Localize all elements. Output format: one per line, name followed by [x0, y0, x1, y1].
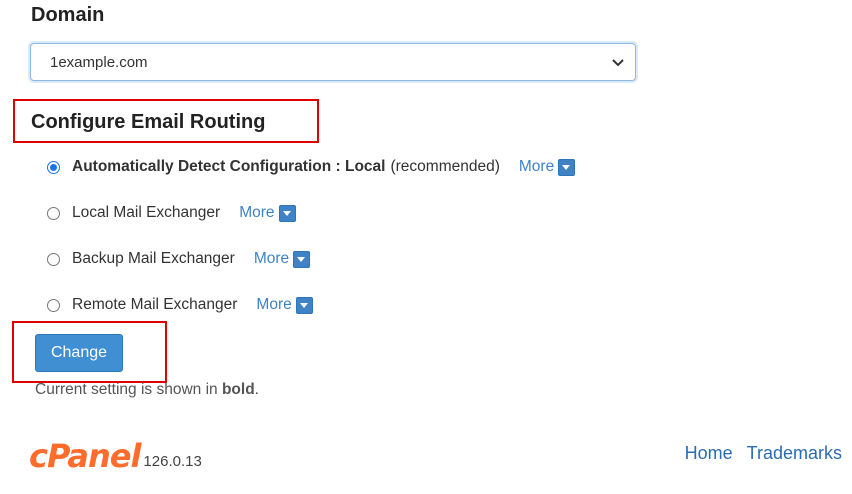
- more-toggle-local-mx[interactable]: More: [239, 204, 296, 222]
- radio-local-mx[interactable]: [47, 206, 60, 220]
- option-backup-mx[interactable]: Backup Mail Exchanger More: [47, 250, 311, 268]
- more-label: More: [256, 296, 292, 313]
- radio-remote-mx[interactable]: [47, 298, 60, 312]
- radio-backup-mx[interactable]: [47, 252, 60, 266]
- more-label: More: [518, 158, 555, 175]
- domain-label: Domain: [31, 4, 105, 26]
- note-bold: bold: [221, 381, 255, 398]
- option-auto-detect-label: Automatically Detect Configuration : Loc…: [72, 158, 386, 175]
- option-backup-mx-label: Backup Mail Exchanger: [72, 250, 235, 267]
- current-setting-note: Current setting is shown in bold.: [35, 381, 259, 399]
- more-toggle-remote-mx[interactable]: More: [256, 296, 313, 314]
- option-remote-mx-label: Remote Mail Exchanger: [72, 296, 238, 313]
- note-suffix: .: [254, 381, 259, 398]
- footer-links: Home Trademarks: [685, 443, 842, 464]
- more-label: More: [253, 250, 290, 267]
- radio-auto-detect[interactable]: [47, 160, 60, 174]
- caret-down-icon: [278, 204, 296, 222]
- trademarks-link[interactable]: Trademarks: [747, 443, 842, 464]
- domain-select[interactable]: 1example.com: [30, 43, 636, 81]
- more-toggle-auto-detect[interactable]: More: [518, 158, 576, 176]
- option-remote-mx[interactable]: Remote Mail Exchanger More: [47, 296, 313, 314]
- option-local-mx-label: Local Mail Exchanger: [72, 204, 221, 221]
- caret-down-icon: [558, 158, 576, 176]
- version-number: 126.0.13: [143, 453, 202, 470]
- home-link[interactable]: Home: [685, 443, 733, 464]
- chevron-down-icon: [612, 59, 624, 67]
- caret-down-icon: [293, 250, 311, 268]
- routing-heading: Configure Email Routing: [31, 111, 266, 133]
- domain-select-value: 1example.com: [50, 53, 148, 71]
- cpanel-logo-text: cPanel: [29, 437, 141, 475]
- caret-down-icon: [295, 296, 313, 314]
- option-local-mx[interactable]: Local Mail Exchanger More: [47, 204, 296, 222]
- option-auto-detect[interactable]: Automatically Detect Configuration : Loc…: [47, 158, 576, 176]
- change-button[interactable]: Change: [35, 334, 123, 372]
- option-auto-detect-suffix: (recommended): [390, 158, 500, 175]
- cpanel-logo: cPanel 126.0.13: [29, 437, 202, 475]
- note-prefix: Current setting is shown in: [35, 381, 218, 398]
- more-toggle-backup-mx[interactable]: More: [253, 250, 311, 268]
- more-label: More: [239, 204, 275, 221]
